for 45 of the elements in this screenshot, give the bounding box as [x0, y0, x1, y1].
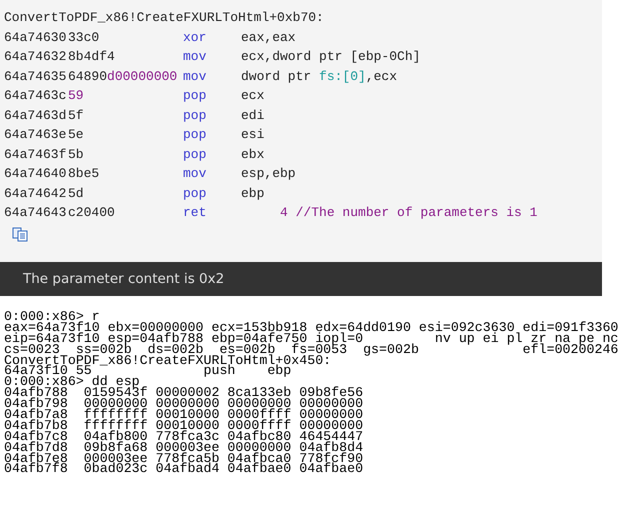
opcode-bytes: 5b	[68, 146, 85, 164]
operand-text: 4 //The number of parameters is 1	[279, 204, 538, 222]
opcode-bytes: 59	[68, 87, 85, 105]
operand-text: ebx	[241, 146, 266, 164]
mnemonic-text: pop	[183, 126, 208, 144]
opcode-bytes: 8be5	[68, 165, 100, 183]
mnemonic-text: ret	[183, 204, 208, 222]
opcode-bytes: 33c0	[68, 28, 100, 46]
mnemonic-text: pop	[183, 184, 208, 202]
address-text: 64a7463c	[4, 87, 68, 105]
address-text: 64a74640	[4, 165, 68, 183]
operand-text: ecx,dword ptr [ebp-0Ch]	[241, 48, 422, 66]
address-text: 64a7463e	[4, 126, 68, 144]
opcode-bytes: 5f	[68, 106, 85, 124]
address-text: 64a7463f	[4, 146, 68, 164]
operand-text: edi	[241, 106, 266, 124]
address-text: 64a74632	[4, 48, 68, 66]
copy-icon[interactable]	[12, 226, 28, 242]
address-text: 64a74643	[4, 204, 68, 222]
mnemonic-text: pop	[183, 87, 208, 105]
opcode-bytes: 8b4df4	[68, 48, 116, 66]
mnemonic-text: xor	[183, 28, 208, 46]
operand-text: eax,eax	[241, 28, 297, 46]
operand-text: esp,ebp	[241, 165, 297, 183]
console-line: ConvertToPDF_x86!CreateFXURLToHtml+0x450:	[4, 356, 332, 366]
operand-text: ecx	[241, 87, 266, 105]
mnemonic-text: mov	[183, 48, 208, 66]
operand-text: ebp	[241, 184, 266, 202]
opcode-bytes: 5e	[68, 126, 85, 144]
operand-text: dword ptr fs:[0],ecx	[241, 68, 398, 86]
operand-text: esi	[241, 126, 266, 144]
function-header: ConvertToPDF_x86!CreateFXURLToHtml+0xb70:	[4, 9, 324, 27]
address-text: 64a74642	[4, 184, 68, 202]
address-text: 64a7463d	[4, 106, 68, 124]
address-text: 64a74635	[4, 68, 68, 86]
opcode-bytes: 64890d00000000	[68, 68, 178, 86]
console-line: 04afb7f8 0bad023c 04afbad4 04afbae0 04afbae0	[4, 464, 364, 476]
opcode-bytes: c20400	[68, 204, 116, 222]
mnemonic-text: pop	[183, 146, 208, 164]
caption-text: The parameter content is 0x2	[23, 271, 224, 287]
opcode-bytes: 5d	[68, 184, 85, 202]
mnemonic-text: mov	[183, 68, 208, 86]
mnemonic-text: mov	[183, 165, 208, 183]
address-text: 64a74630	[4, 28, 68, 46]
mnemonic-text: pop	[183, 106, 208, 124]
